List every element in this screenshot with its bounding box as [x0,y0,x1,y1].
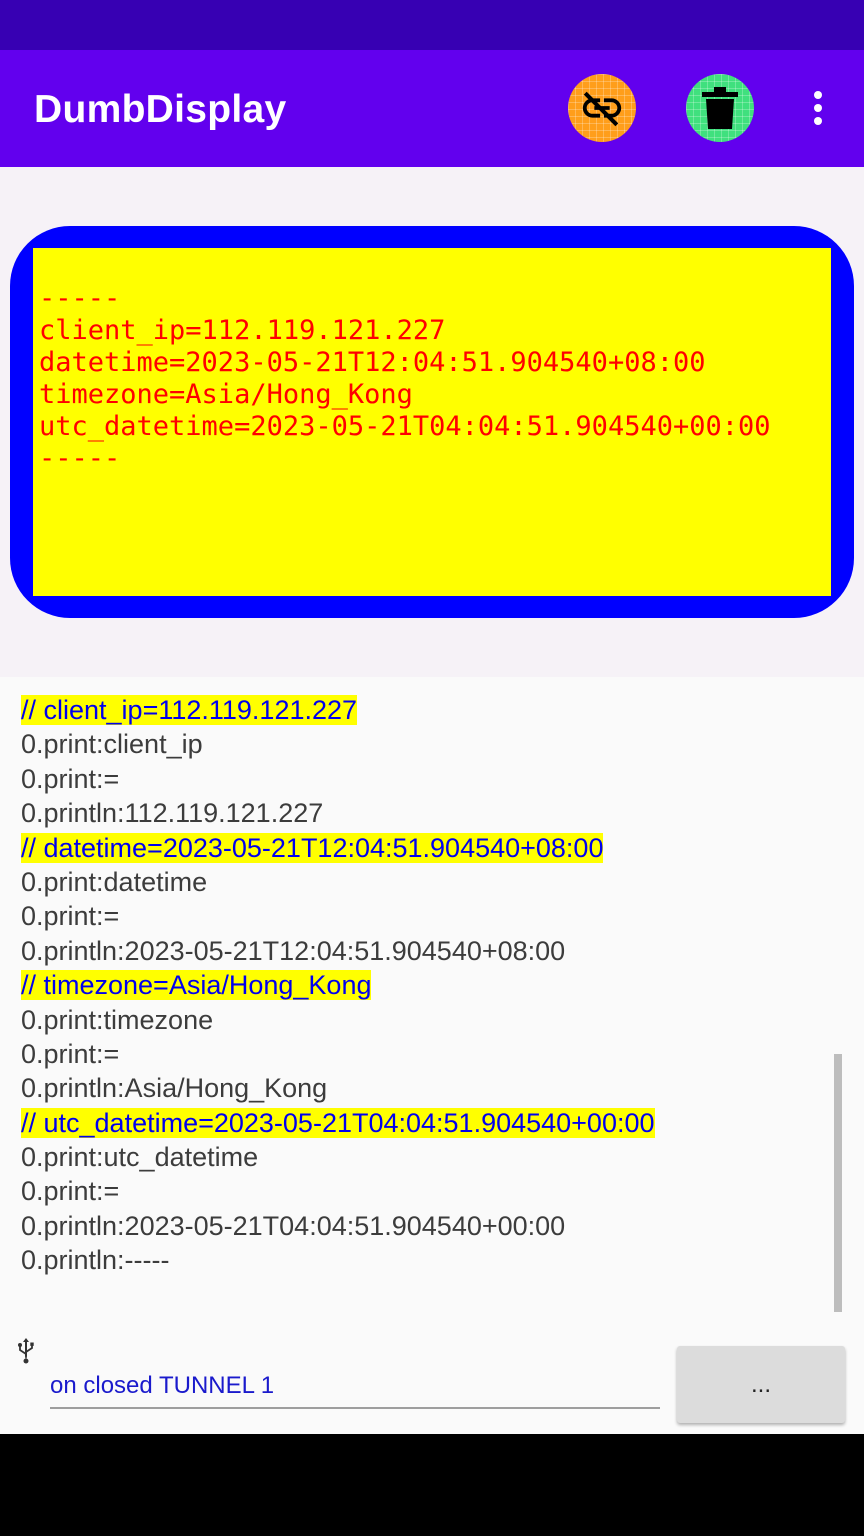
log-line: 0.print:datetime [21,866,208,897]
display-area: ----- client_ip=112.119.121.227 datetime… [0,167,864,677]
log-line: 0.println:2023-05-21T04:04:51.904540+00:… [21,1210,566,1241]
log-line: // datetime=2023-05-21T12:04:51.904540+0… [21,831,655,865]
more-vert-icon [814,91,822,99]
log-line: // timezone=Asia/Hong_Kong [21,968,655,1002]
log-line: 0.println:Asia/Hong_Kong [21,1073,328,1104]
clear-button[interactable] [686,74,754,142]
app-bar: DumbDisplay [0,50,864,167]
display-line: timezone=Asia/Hong_Kong [39,379,413,410]
status-text: on closed TUNNEL 1 [50,1372,275,1399]
log-line: 0.print:= [21,1038,120,1069]
log-line: 0.print:= [21,901,120,932]
display-frame: ----- client_ip=112.119.121.227 datetime… [10,226,854,618]
status-field[interactable]: on closed TUNNEL 1 [50,1369,660,1409]
display-line: utc_datetime=2023-05-21T04:04:51.904540+… [39,411,771,442]
navigation-bar [0,1434,864,1536]
link-off-icon [582,91,622,127]
log-comment: // datetime=2023-05-21T12:04:51.904540+0… [21,832,604,863]
log-line: // utc_datetime=2023-05-21T04:04:51.9045… [21,1106,655,1140]
app-title: DumbDisplay [34,88,287,131]
log-line: 0.print:utc_datetime [21,1142,259,1173]
trash-icon [702,87,738,129]
log-line: 0.print:client_ip [21,729,203,760]
log-line: 0.println:----- [21,1245,170,1276]
log-comment: // timezone=Asia/Hong_Kong [21,970,372,1001]
display-text: ----- client_ip=112.119.121.227 datetime… [39,283,771,475]
log-area[interactable]: // client_ip=112.119.121.227 0.print:cli… [0,677,864,1434]
log-line: // client_ip=112.119.121.227 [21,693,655,727]
log-comment: // client_ip=112.119.121.227 [21,695,358,725]
log-line: 0.println:2023-05-21T12:04:51.904540+08:… [21,935,566,966]
log-list: // client_ip=112.119.121.227 0.print:cli… [21,693,655,1278]
display-screen[interactable]: ----- client_ip=112.119.121.227 datetime… [33,248,831,596]
display-line: ----- [39,443,121,474]
log-scrollbar[interactable] [834,1054,842,1312]
more-button[interactable]: ... [677,1346,845,1423]
display-line: ----- [39,283,121,314]
log-comment: // utc_datetime=2023-05-21T04:04:51.9045… [21,1107,655,1138]
log-line: 0.print:= [21,1176,120,1207]
overflow-menu-button[interactable] [800,80,836,136]
display-line: datetime=2023-05-21T12:04:51.904540+08:0… [39,347,706,378]
log-line: 0.println:112.119.121.227 [21,798,324,829]
status-bar [0,0,864,50]
log-line: 0.print:timezone [21,1004,214,1035]
disconnect-button[interactable] [568,74,636,142]
log-line: 0.print:= [21,763,120,794]
display-line: client_ip=112.119.121.227 [39,315,446,346]
usb-icon [18,1338,34,1364]
